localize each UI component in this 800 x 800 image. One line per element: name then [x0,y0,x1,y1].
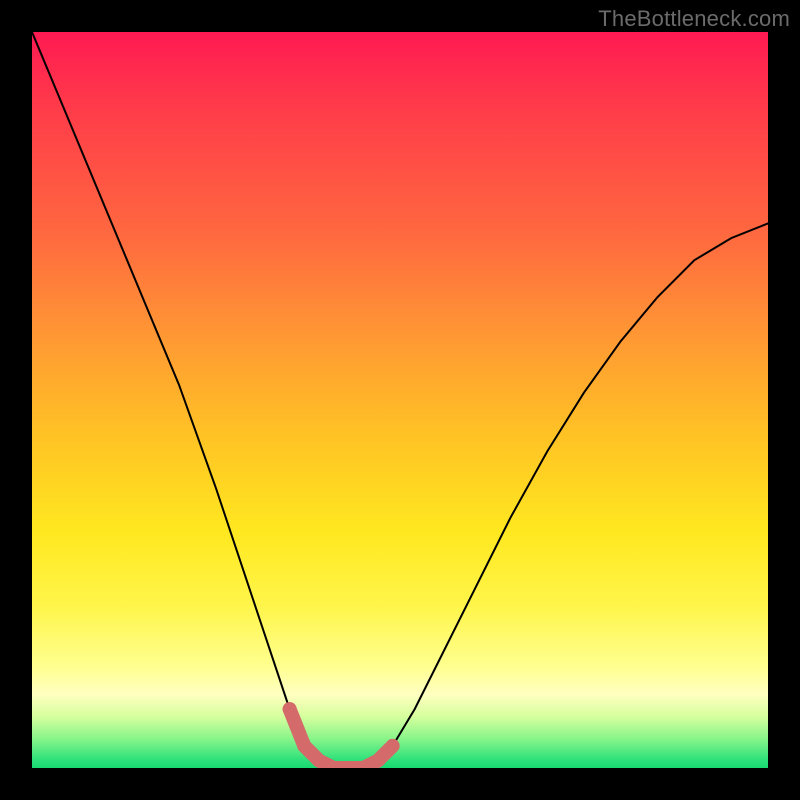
watermark-text: TheBottleneck.com [598,6,790,32]
valley-dot [312,754,326,768]
valley-dot [371,754,385,768]
chart-frame: TheBottleneck.com [0,0,800,800]
valley-dot [297,739,311,753]
valley-dot [386,739,400,753]
chart-svg [32,32,768,768]
valley-dot [283,702,297,716]
bottleneck-curve [32,32,768,768]
